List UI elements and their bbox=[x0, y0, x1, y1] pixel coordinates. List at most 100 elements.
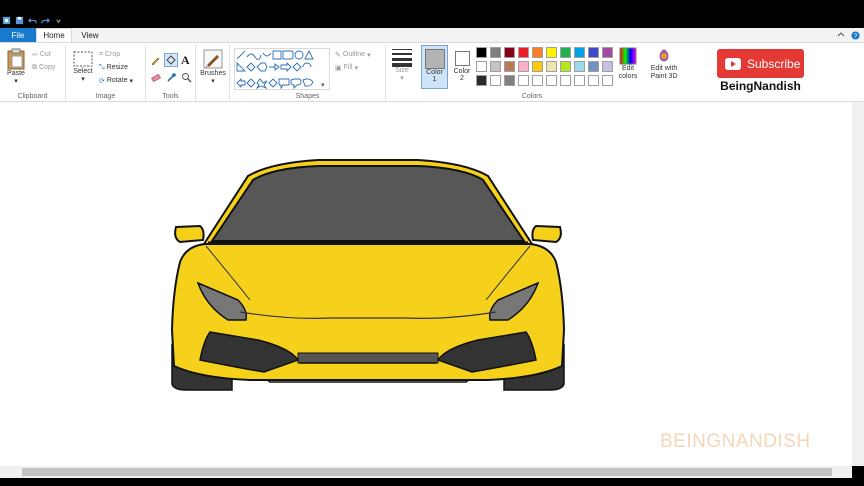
resize-icon: ⤡ bbox=[99, 63, 105, 71]
shape-option-icon[interactable] bbox=[282, 50, 294, 60]
palette-swatch[interactable] bbox=[602, 75, 613, 86]
shape-option-icon[interactable] bbox=[290, 78, 302, 90]
palette-swatch[interactable] bbox=[490, 47, 501, 58]
shape-option-icon[interactable] bbox=[255, 78, 268, 90]
shape-option-icon[interactable] bbox=[262, 52, 272, 57]
palette-swatch[interactable] bbox=[532, 61, 543, 72]
cut-button[interactable]: ✂ Cut bbox=[32, 48, 55, 61]
cut-label: Cut bbox=[39, 51, 51, 58]
copy-button[interactable]: ⧉ Copy bbox=[32, 61, 55, 74]
resize-button[interactable]: ⤡ Resize bbox=[99, 61, 133, 74]
palette-swatch[interactable] bbox=[560, 47, 571, 58]
palette-swatch[interactable] bbox=[490, 61, 501, 72]
shape-option-icon[interactable] bbox=[268, 78, 278, 88]
palette-swatch[interactable] bbox=[602, 47, 613, 58]
color2-button[interactable]: Color 2 bbox=[450, 48, 474, 88]
palette-swatch[interactable] bbox=[546, 61, 557, 72]
file-menu[interactable]: File bbox=[0, 28, 36, 42]
tab-view[interactable]: View bbox=[72, 28, 108, 42]
palette-swatch[interactable] bbox=[490, 75, 501, 86]
palette-swatch[interactable] bbox=[476, 75, 487, 86]
customize-toolbar-icon[interactable] bbox=[54, 16, 63, 25]
paint3d-icon bbox=[659, 49, 669, 62]
shape-option-icon[interactable] bbox=[302, 78, 314, 87]
shape-option-icon[interactable] bbox=[272, 50, 282, 60]
fill-button[interactable]: ▣ Fill ▾ bbox=[335, 61, 371, 74]
palette-swatch[interactable] bbox=[588, 47, 599, 58]
scissors-icon: ✂ bbox=[32, 51, 38, 59]
shape-option-icon[interactable] bbox=[236, 77, 246, 89]
youtube-play-icon bbox=[725, 57, 741, 70]
palette-swatch[interactable] bbox=[476, 61, 487, 72]
pencil-icon[interactable] bbox=[150, 55, 161, 66]
palette-swatch[interactable] bbox=[574, 75, 585, 86]
palette-swatch[interactable] bbox=[518, 75, 529, 86]
horizontal-scrollbar[interactable] bbox=[0, 466, 852, 478]
outline-button[interactable]: ✎ Outline ▾ bbox=[335, 48, 371, 61]
palette-swatch[interactable] bbox=[532, 47, 543, 58]
fill-tool-icon[interactable] bbox=[164, 53, 178, 67]
help-icon[interactable]: ? bbox=[851, 30, 860, 40]
text-tool-icon[interactable]: A bbox=[181, 53, 190, 68]
save-icon[interactable] bbox=[15, 16, 24, 25]
palette-swatch[interactable] bbox=[532, 75, 543, 86]
palette-swatch[interactable] bbox=[588, 61, 599, 72]
collapse-ribbon-icon[interactable] bbox=[837, 31, 845, 39]
palette-swatch[interactable] bbox=[574, 61, 585, 72]
subscribe-button[interactable]: Subscribe bbox=[717, 49, 804, 78]
channel-name: BeingNandish bbox=[720, 79, 801, 93]
palette-swatch[interactable] bbox=[602, 61, 613, 72]
tab-home[interactable]: Home bbox=[36, 28, 72, 42]
edit-colors-button[interactable]: Edit colors bbox=[616, 47, 640, 91]
palette-swatch[interactable] bbox=[504, 61, 515, 72]
watermark: BEINGNANDISH bbox=[660, 431, 811, 452]
shape-option-icon[interactable] bbox=[294, 50, 304, 60]
shape-option-icon[interactable] bbox=[236, 50, 246, 60]
horizontal-scrollbar-thumb[interactable] bbox=[22, 468, 832, 476]
palette-swatch[interactable] bbox=[546, 75, 557, 86]
size-button[interactable]: Size ▾ bbox=[388, 47, 416, 89]
crop-button[interactable]: ⌗ Crop bbox=[99, 48, 133, 61]
paste-button[interactable]: Paste ▾ bbox=[4, 48, 28, 88]
shape-option-icon[interactable] bbox=[302, 62, 312, 68]
magnifier-icon[interactable] bbox=[181, 72, 192, 83]
palette-swatch[interactable] bbox=[518, 47, 529, 58]
rotate-button[interactable]: ⟳ Rotate ▾ bbox=[99, 74, 133, 87]
color1-button[interactable]: Color 1 bbox=[421, 45, 448, 89]
undo-icon[interactable] bbox=[28, 16, 37, 25]
shape-option-icon[interactable] bbox=[246, 53, 262, 60]
shapes-gallery[interactable]: ▾ bbox=[234, 48, 330, 90]
palette-swatch[interactable] bbox=[574, 47, 585, 58]
redo-icon[interactable] bbox=[41, 16, 50, 25]
shape-option-icon[interactable] bbox=[278, 78, 290, 90]
brushes-button[interactable]: Brushes ▾ bbox=[198, 48, 228, 90]
chevron-down-icon: ▾ bbox=[367, 51, 371, 59]
drawing-canvas[interactable]: BEINGNANDISH bbox=[0, 102, 864, 466]
shape-option-icon[interactable] bbox=[256, 62, 268, 72]
shapes-gallery-icons: ▾ bbox=[236, 49, 325, 90]
palette-swatch[interactable] bbox=[560, 61, 571, 72]
vertical-scrollbar[interactable] bbox=[852, 102, 864, 466]
colors-group-label: Colors bbox=[521, 93, 543, 100]
palette-swatch[interactable] bbox=[588, 75, 599, 86]
shape-option-icon[interactable] bbox=[292, 62, 302, 72]
palette-swatch[interactable] bbox=[504, 75, 515, 86]
eraser-icon[interactable] bbox=[150, 72, 161, 83]
shape-option-icon[interactable] bbox=[246, 62, 256, 72]
palette-swatch[interactable] bbox=[546, 47, 557, 58]
shape-option-icon[interactable] bbox=[246, 78, 256, 88]
shape-option-icon[interactable] bbox=[236, 61, 247, 72]
palette-swatch[interactable] bbox=[476, 47, 487, 58]
shape-option-icon[interactable] bbox=[304, 49, 314, 60]
palette-swatch[interactable] bbox=[560, 75, 571, 86]
palette-swatch[interactable] bbox=[504, 47, 515, 58]
image-group-label: Image bbox=[95, 93, 116, 100]
shape-option-icon[interactable] bbox=[280, 61, 292, 73]
shape-option-icon[interactable] bbox=[269, 63, 280, 71]
palette-swatch[interactable] bbox=[518, 61, 529, 72]
chevron-down-icon: ▾ bbox=[400, 75, 404, 82]
shapes-more-icon[interactable]: ▾ bbox=[321, 82, 325, 89]
select-button[interactable]: Select ▾ bbox=[70, 50, 96, 90]
color-picker-icon[interactable] bbox=[166, 72, 177, 83]
edit-paint3d-button[interactable]: Edit with Paint 3D bbox=[646, 47, 682, 91]
